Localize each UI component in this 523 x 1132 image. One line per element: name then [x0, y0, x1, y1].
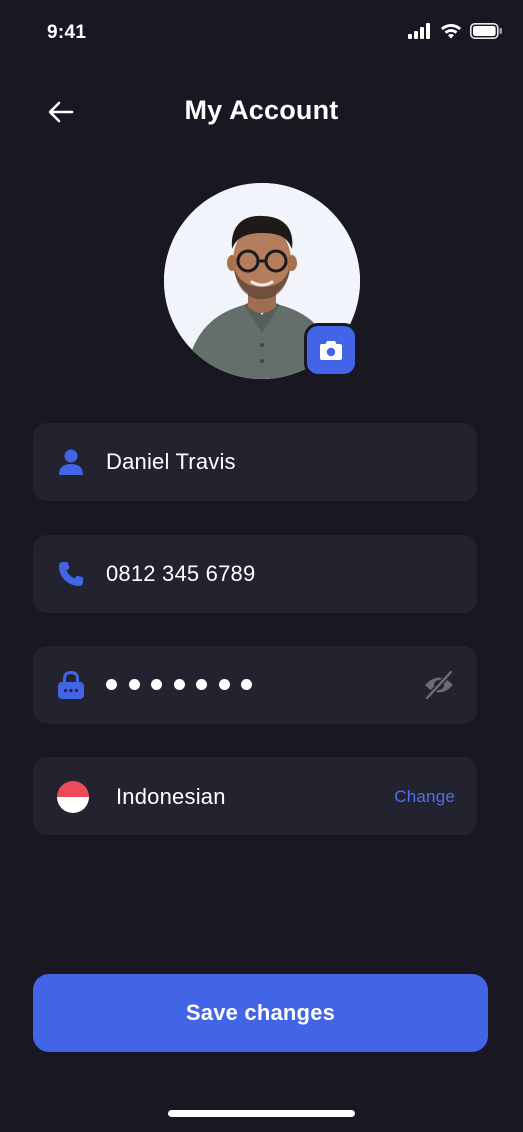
password-field[interactable] — [33, 646, 477, 724]
page-title: My Account — [184, 95, 339, 125]
status-icons — [408, 23, 503, 44]
name-value: Daniel Travis — [106, 449, 236, 474]
change-photo-button[interactable] — [304, 323, 358, 377]
user-icon — [55, 447, 87, 477]
change-language-link[interactable]: Change — [394, 787, 455, 807]
home-indicator — [168, 1110, 355, 1117]
battery-icon — [470, 23, 503, 44]
phone-value: 0812 345 6789 — [106, 561, 256, 586]
name-field[interactable]: Daniel Travis — [33, 423, 477, 501]
phone-field[interactable]: 0812 345 6789 — [33, 535, 477, 613]
wifi-icon — [440, 23, 462, 44]
language-value: Indonesian — [116, 784, 226, 809]
camera-icon — [320, 341, 342, 360]
cellular-signal-icon — [408, 23, 432, 44]
save-changes-button[interactable]: Save changes — [33, 974, 488, 1052]
status-time: 9:41 — [47, 22, 87, 43]
toggle-password-visibility-button[interactable] — [421, 668, 457, 702]
password-masked-value — [106, 679, 252, 690]
lock-icon — [55, 670, 87, 700]
language-field: Indonesian Change — [33, 757, 477, 835]
eye-off-icon — [424, 670, 454, 700]
indonesia-flag-icon — [57, 781, 89, 813]
status-bar: 9:41 — [0, 0, 523, 64]
phone-icon — [55, 559, 87, 589]
